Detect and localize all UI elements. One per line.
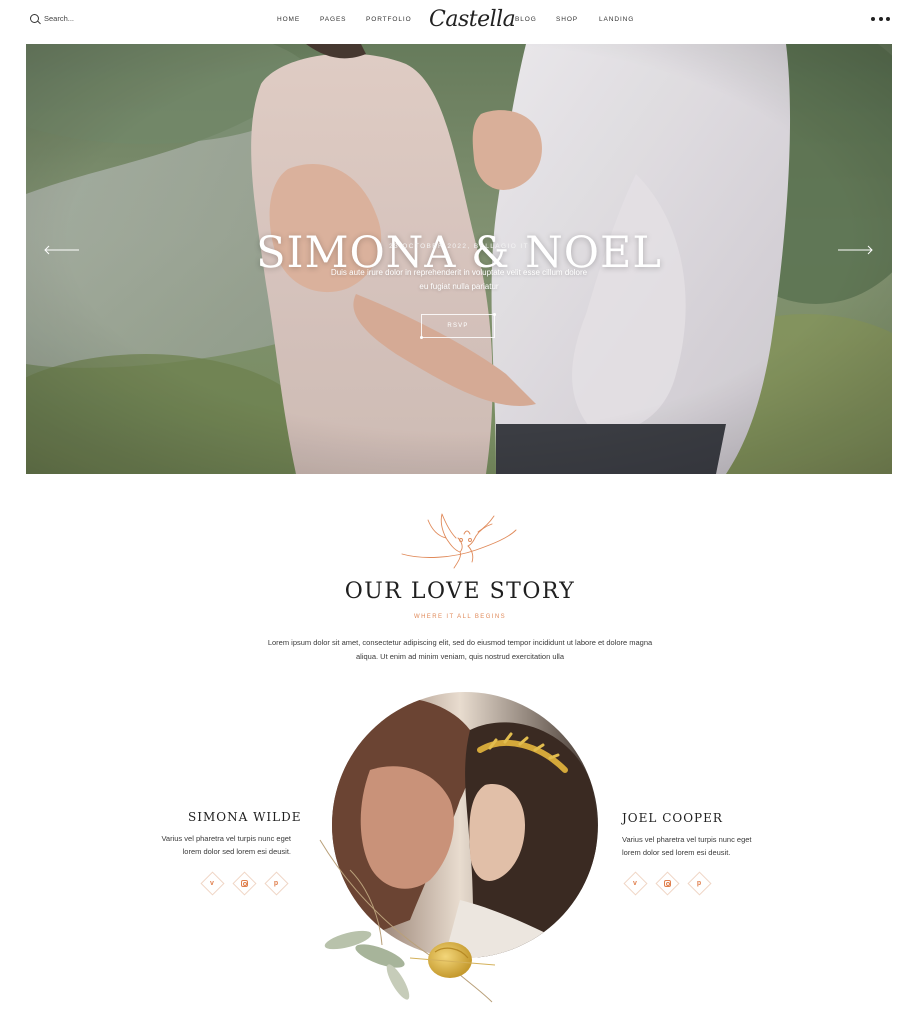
pinterest-icon[interactable]: p	[265, 872, 287, 894]
couple-portrait	[319, 692, 598, 1003]
nav-item-shop[interactable]: SHOP	[556, 16, 578, 23]
story-title: OUR LOVE STORY	[344, 579, 576, 604]
rsvp-button[interactable]: RSVP	[420, 313, 496, 339]
search-icon[interactable]	[30, 14, 39, 23]
pinterest-icon[interactable]: p	[688, 872, 710, 894]
nav-item-landing[interactable]: LANDING	[599, 16, 634, 23]
hero-description: Duis aute irure dolor in reprehenderit i…	[330, 268, 588, 291]
story-text: Lorem ipsum dolor sit amet, consectetur …	[267, 638, 653, 661]
nav-item-portfolio[interactable]: PORTFOLIO	[366, 16, 412, 23]
vimeo-icon[interactable]: v	[624, 872, 646, 894]
search[interactable]	[30, 14, 124, 23]
nav-item-home[interactable]: HOME	[277, 16, 300, 23]
hero-date: 23 OCTOBER 2022, BELLAGIO IT	[389, 243, 529, 250]
person-bio-joel: Varius vel pharetra vel turpis nunc eget…	[622, 835, 752, 857]
social-links-simona: v p	[201, 872, 287, 894]
logo[interactable]: Castella	[429, 3, 516, 39]
hero-slider: SIMONA & NOEL 23 OCTOBER 2022, BELLAGIO …	[26, 44, 892, 474]
nav-item-blog[interactable]: BLOG	[515, 16, 537, 23]
instagram-icon[interactable]	[233, 872, 255, 894]
social-links-joel: v p	[624, 872, 710, 894]
person-name-simona: SIMONA WILDE	[188, 810, 302, 824]
arrow-left-icon[interactable]	[44, 245, 80, 255]
vimeo-icon[interactable]: v	[201, 872, 223, 894]
person-name-joel: JOEL COOPER	[622, 811, 723, 825]
nav-item-pages[interactable]: PAGES	[320, 16, 346, 23]
search-input[interactable]	[44, 14, 124, 23]
instagram-icon[interactable]	[656, 872, 678, 894]
site-header: HOME PAGES PORTFOLIO Castella BLOG SHOP …	[0, 0, 920, 44]
arrow-right-icon[interactable]	[837, 245, 873, 255]
person-bio-simona: Varius vel pharetra vel turpis nunc eget…	[161, 834, 291, 856]
more-menu-icon[interactable]	[871, 17, 890, 21]
story-subtitle: WHERE IT ALL BEGINS	[414, 614, 506, 620]
doves-icon	[401, 513, 517, 569]
